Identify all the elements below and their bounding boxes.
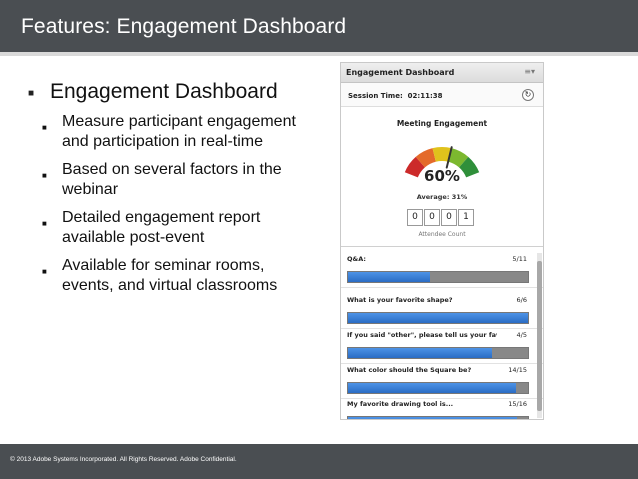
counter-digit: 1 [458, 209, 474, 226]
sub-bullet: ■ Based on several factors in the webinar [42, 160, 332, 200]
counter-digit: 0 [441, 209, 457, 226]
progress-fill [348, 313, 528, 323]
engagement-dashboard-panel: Engagement Dashboard ≡▾ Session Time: 02… [340, 62, 544, 420]
counter-digit: 0 [424, 209, 440, 226]
row-divider [341, 328, 543, 329]
counter-digit: 0 [407, 209, 423, 226]
sub-bullet-line: and participation in real-time [62, 133, 263, 150]
sub-bullet: ■ Available for seminar rooms, events, an… [42, 256, 332, 296]
bullet-icon: ■ [42, 267, 47, 276]
sub-bullet-line: Available for seminar rooms, [62, 257, 265, 274]
session-time-label: Session Time: [348, 92, 403, 100]
session-time-value: 02:11:38 [407, 92, 443, 100]
sub-bullet-line: webinar [62, 181, 119, 198]
sub-bullet: ■ Measure participant engagement and part… [42, 112, 332, 152]
question-count: 4/5 [516, 331, 527, 339]
slide-title-bar: Features: Engagement Dashboard [0, 0, 638, 52]
copyright-text: © 2013 Adobe Systems Incorporated. All R… [10, 456, 237, 463]
sub-bullet-line: Based on several factors in the [62, 161, 282, 178]
progress-track [347, 312, 529, 324]
bullet-icon: ■ [28, 88, 35, 99]
bullet-icon: ■ [42, 123, 47, 132]
sub-bullet-line: available post-event [62, 229, 205, 246]
progress-track [347, 416, 529, 419]
session-bar: Session Time: 02:11:38 ↻ [341, 83, 543, 107]
question-count: 5/11 [512, 255, 527, 263]
refresh-icon[interactable]: ↻ [522, 89, 534, 101]
question-count: 15/16 [508, 400, 527, 408]
session-time: Session Time: 02:11:38 [348, 92, 442, 100]
title-divider [0, 52, 638, 56]
question-count: 14/15 [508, 366, 527, 374]
question-list: Q&A: 5/11 What is your favorite shape? 6… [341, 246, 543, 419]
sub-bullet: ■ Detailed engagement report available po… [42, 208, 332, 248]
row-divider [341, 287, 543, 288]
sub-bullet-line: events, and virtual classrooms [62, 277, 278, 294]
sub-bullet-list: ■ Measure participant engagement and part… [42, 112, 332, 304]
bullet-icon: ■ [42, 219, 47, 228]
scrollbar-thumb[interactable] [537, 261, 542, 411]
question-label: Q&A: [347, 255, 366, 263]
progress-track [347, 271, 529, 283]
slide-footer: © 2013 Adobe Systems Incorporated. All R… [0, 444, 638, 479]
row-divider [341, 398, 543, 399]
question-label: What is your favorite shape? [347, 296, 453, 304]
engagement-average: Average: 31% [416, 193, 468, 201]
progress-track [347, 382, 529, 394]
bullet-heading-text: Engagement Dashboard [50, 80, 278, 103]
attendee-count-label: Attendee Count [418, 231, 466, 238]
slide-title: Features: Engagement Dashboard [21, 15, 347, 38]
panel-header: Engagement Dashboard ≡▾ [341, 63, 543, 83]
progress-track [347, 347, 529, 359]
meeting-engagement-title: Meeting Engagement [396, 119, 488, 128]
menu-icon[interactable]: ≡▾ [524, 67, 535, 76]
engagement-percent: 60% [424, 167, 460, 185]
attendee-counter: 0 0 0 1 [407, 209, 475, 226]
progress-fill [348, 272, 430, 282]
progress-fill [348, 417, 517, 419]
sub-bullet-line: Detailed engagement report [62, 209, 261, 226]
question-label: If you said "other", please tell us your… [347, 331, 497, 339]
question-count: 6/6 [516, 296, 527, 304]
row-divider [341, 363, 543, 364]
question-label: What color should the Square be? [347, 366, 472, 374]
progress-fill [348, 383, 516, 393]
question-label: My favorite drawing tool is... [347, 400, 454, 408]
bullet-heading: ■ Engagement Dashboard [28, 80, 278, 104]
sub-bullet-line: Measure participant engagement [62, 113, 296, 130]
bullet-icon: ■ [42, 171, 47, 180]
panel-title: Engagement Dashboard [346, 68, 455, 77]
progress-fill [348, 348, 492, 358]
list-scrollbar[interactable] [537, 253, 542, 418]
